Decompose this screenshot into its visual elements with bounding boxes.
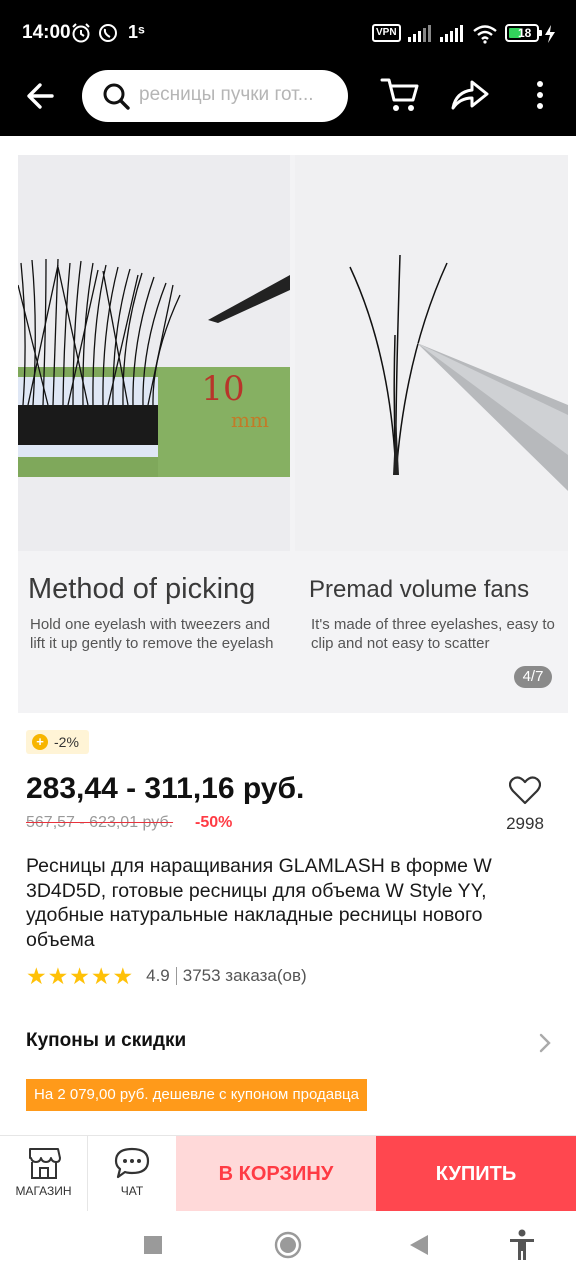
original-price: 567,57 - 623,01 руб.	[26, 814, 174, 831]
coupons-label: Купоны и скидки	[26, 1030, 187, 1051]
rating-value: 4.9	[146, 966, 170, 985]
signal-icon-2	[440, 25, 463, 42]
vpn-icon: VPN	[372, 24, 401, 42]
left-caption-title: Method of picking	[28, 573, 256, 605]
chat-icon	[114, 1147, 150, 1179]
chevron-right-icon	[539, 1033, 551, 1053]
system-navigation-bar	[0, 1211, 576, 1280]
ruler-number: 10	[201, 369, 244, 409]
store-button[interactable]: МАГАЗИН	[0, 1136, 88, 1212]
favorites-count: 2998	[506, 814, 544, 833]
add-to-cart-button[interactable]: В КОРЗИНУ	[176, 1136, 376, 1212]
more-vertical-icon[interactable]	[528, 80, 552, 110]
chat-button[interactable]: ЧАТ	[88, 1136, 176, 1212]
coupons-row[interactable]: Купоны и скидки	[26, 1030, 552, 1060]
search-icon	[103, 83, 130, 110]
store-label: МАГАЗИН	[15, 1184, 72, 1198]
star-icon: ★	[26, 963, 47, 989]
store-icon	[28, 1148, 61, 1179]
right-caption-title: Premad volume fans	[309, 576, 530, 603]
lash-tray-illustration: 10 mm	[18, 155, 290, 551]
product-image-gallery[interactable]: 10 mm Method of picking Hold one eyelash…	[18, 155, 568, 713]
rating-stars: ★ ★ ★ ★ ★	[26, 964, 133, 988]
product-title: Ресницы для наращивания GLAMLASH в форме…	[26, 855, 492, 951]
right-caption-line2: clip and not easy to scatter	[311, 635, 490, 652]
gallery-counter: 4/7	[514, 666, 552, 688]
orders-count: 3753 заказа(ов)	[182, 966, 307, 985]
status-superscript: 1ˢ	[128, 22, 145, 42]
search-placeholder: ресницы пучки гот...	[139, 84, 314, 105]
rating-row[interactable]: ★ ★ ★ ★ ★ 4.9 3753 заказа(ов)	[26, 964, 307, 988]
coin-discount-badge[interactable]: + -2%	[26, 730, 89, 754]
back-arrow-icon[interactable]	[22, 78, 62, 114]
left-caption-line2: lift it up gently to remove the eyelash	[30, 635, 274, 652]
buy-now-button[interactable]: КУПИТЬ	[376, 1136, 576, 1212]
coin-icon: +	[32, 734, 48, 750]
ruler-unit: mm	[231, 408, 269, 432]
discount-percent: -50%	[195, 814, 233, 831]
back-nav-icon[interactable]	[410, 1235, 430, 1255]
wifi-icon	[473, 25, 497, 44]
gallery-image-right: Premad volume fans It's made of three ey…	[295, 155, 568, 652]
recent-apps-icon[interactable]	[144, 1236, 162, 1254]
alarm-icon	[72, 23, 90, 43]
favorite-button[interactable]	[503, 775, 547, 810]
star-icon: ★	[90, 963, 112, 989]
search-input[interactable]: ресницы пучки гот...	[82, 70, 348, 122]
star-icon: ★	[112, 963, 134, 989]
star-icon: ★	[47, 963, 69, 989]
star-icon: ★	[69, 963, 90, 989]
chat-label: ЧАТ	[120, 1184, 144, 1198]
battery-level: 18	[518, 26, 532, 40]
charging-icon	[545, 25, 555, 43]
heart-icon	[508, 776, 542, 805]
accessibility-icon[interactable]	[508, 1229, 536, 1261]
status-time: 14:00	[22, 22, 71, 43]
home-icon[interactable]	[274, 1231, 302, 1259]
price-range: 283,44 - 311,16 руб.	[26, 772, 305, 805]
volume-fan-illustration	[295, 155, 568, 551]
signal-icon	[408, 25, 431, 42]
right-caption-line1: It's made of three eyelashes, easy to	[311, 616, 555, 633]
seller-coupon-tag[interactable]: На 2 079,00 руб. дешевле с купоном прода…	[26, 1079, 367, 1111]
status-bar: 14:00 1ˢ VPN 18	[0, 0, 576, 66]
rating-divider	[175, 967, 177, 985]
left-caption-line1: Hold one eyelash with tweezers and	[30, 616, 271, 633]
battery-icon: 18	[505, 24, 542, 42]
bottom-action-bar: МАГАЗИН ЧАТ В КОРЗИНУ КУПИТЬ	[0, 1135, 576, 1212]
gallery-image-left: 10 mm Method of picking Hold one eyelash…	[18, 155, 290, 652]
cart-icon[interactable]	[380, 76, 420, 114]
top-bar: 14:00 1ˢ VPN 18 ресницы пучки гот...	[0, 0, 576, 136]
coin-discount-text: -2%	[54, 734, 79, 750]
phone-call-icon	[99, 24, 117, 42]
share-icon[interactable]	[450, 78, 490, 112]
